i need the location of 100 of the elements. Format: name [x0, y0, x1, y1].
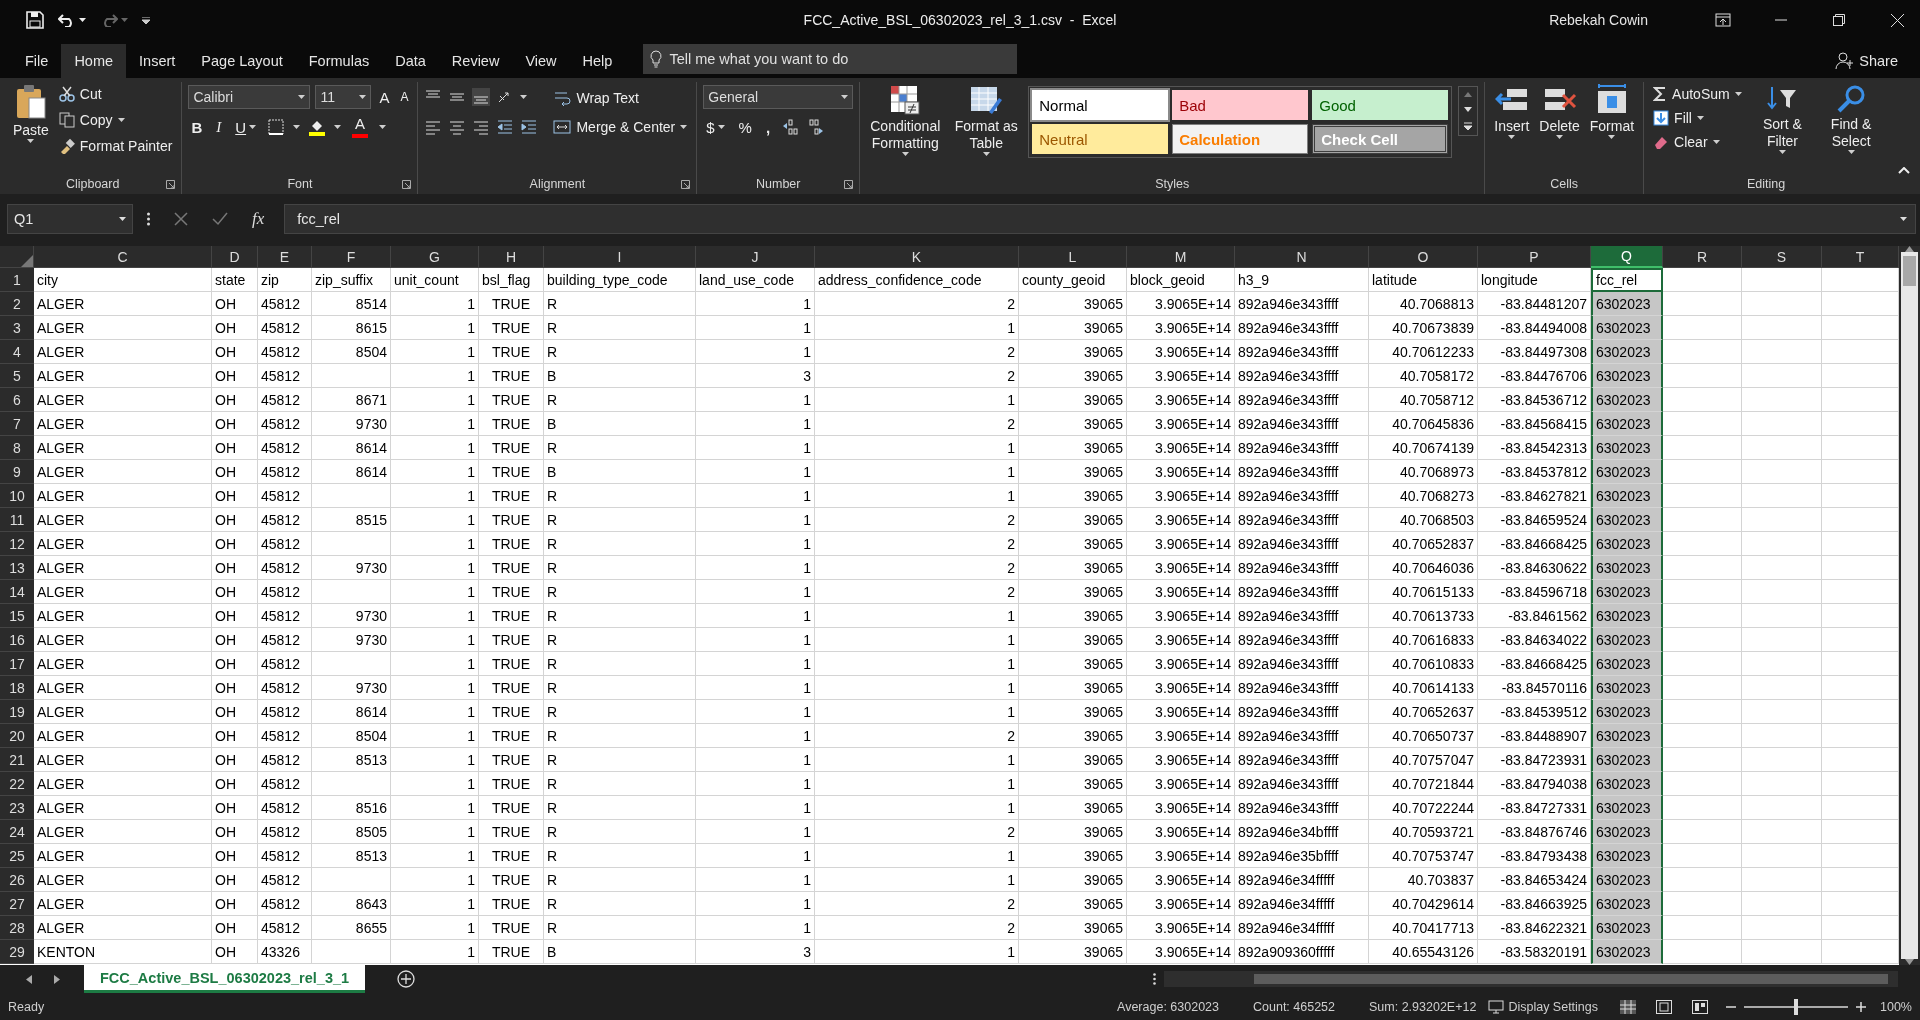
scroll-right-icon[interactable] [54, 974, 60, 984]
ribbon-tab[interactable]: View [512, 44, 570, 78]
format-as-table-button[interactable]: Format as Table [950, 82, 1023, 158]
font-size-dropdown[interactable]: 11 [315, 85, 372, 109]
save-icon[interactable] [26, 11, 44, 29]
name-box[interactable]: Q1 [7, 204, 133, 234]
row-header[interactable]: 5 [0, 364, 34, 388]
row-header[interactable]: 23 [0, 796, 34, 820]
zoom-in-icon[interactable] [1856, 1001, 1866, 1012]
row-header[interactable]: 9 [0, 460, 34, 484]
wrap-text-button[interactable]: Wrap Text [550, 86, 691, 109]
column-header[interactable]: P [1478, 246, 1591, 268]
column-header[interactable]: G [391, 246, 479, 268]
number-format-dropdown[interactable]: General [703, 85, 854, 109]
row-header[interactable]: 4 [0, 340, 34, 364]
dialog-launcher-icon[interactable] [681, 179, 691, 189]
splitter-icon[interactable] [1153, 973, 1156, 985]
customize-toolbar-icon[interactable] [142, 16, 150, 24]
row-header[interactable]: 2 [0, 292, 34, 316]
row-header[interactable]: 11 [0, 508, 34, 532]
cell-style-option[interactable]: Bad [1172, 90, 1309, 120]
grow-font-button[interactable]: A [376, 88, 393, 106]
align-right-icon[interactable] [472, 118, 491, 136]
ribbon-tab[interactable]: Page Layout [188, 44, 296, 78]
page-layout-icon[interactable] [1656, 999, 1672, 1014]
copy-button[interactable]: Copy [55, 108, 176, 131]
row-header[interactable]: 24 [0, 820, 34, 844]
column-header[interactable]: C [34, 246, 212, 268]
cell-style-option[interactable]: Good [1312, 90, 1449, 120]
column-header[interactable]: J [696, 246, 815, 268]
format-painter-button[interactable]: Format Painter [55, 134, 176, 157]
dialog-launcher-icon[interactable] [166, 179, 176, 189]
font-family-dropdown[interactable]: Calibri [188, 85, 311, 109]
comma-button[interactable]: , [762, 118, 774, 136]
align-left-icon[interactable] [424, 118, 443, 136]
find-select-button[interactable]: Find & Select [1820, 82, 1882, 156]
row-header[interactable]: 7 [0, 412, 34, 436]
borders-icon[interactable] [267, 118, 286, 136]
scrollbar-thumb[interactable] [1254, 974, 1888, 984]
merge-center-button[interactable]: Merge & Center [550, 115, 691, 138]
row-header[interactable]: 20 [0, 724, 34, 748]
column-header[interactable]: N [1235, 246, 1369, 268]
formula-field[interactable]: fcc_rel [284, 204, 1916, 234]
row-header[interactable]: 6 [0, 388, 34, 412]
increase-decimal-icon[interactable] [781, 118, 800, 136]
zoom-level[interactable]: 100% [1880, 999, 1912, 1014]
scroll-left-icon[interactable] [26, 974, 32, 984]
column-header[interactable]: E [258, 246, 312, 268]
fill-bucket-icon[interactable] [308, 118, 327, 136]
dialog-launcher-icon[interactable] [402, 179, 412, 189]
paste-button[interactable]: Paste [10, 82, 52, 145]
row-header[interactable]: 28 [0, 916, 34, 940]
sheet-tab[interactable]: FCC_Active_BSL_06302023_rel_3_1 [84, 965, 366, 993]
sort-filter-button[interactable]: Sort & Filter [1754, 82, 1811, 156]
ribbon-tab[interactable]: Review [438, 44, 513, 78]
row-header[interactable]: 18 [0, 676, 34, 700]
column-header[interactable]: I [544, 246, 696, 268]
decrease-indent-icon[interactable] [496, 118, 515, 136]
fill-button[interactable]: Fill [1650, 106, 1745, 129]
gallery-scroll[interactable] [1458, 86, 1479, 136]
bold-button[interactable]: B [188, 118, 206, 136]
autosum-button[interactable]: AutoSum [1650, 82, 1745, 105]
increase-indent-icon[interactable] [520, 118, 539, 136]
row-header[interactable]: 27 [0, 892, 34, 916]
column-header[interactable]: F [312, 246, 391, 268]
column-header[interactable]: H [479, 246, 544, 268]
collapse-ribbon-icon[interactable] [1898, 167, 1910, 174]
column-header[interactable]: L [1019, 246, 1127, 268]
row-header[interactable]: 8 [0, 436, 34, 460]
scrollbar-thumb[interactable] [1903, 256, 1916, 286]
row-header[interactable]: 22 [0, 772, 34, 796]
column-header[interactable]: S [1742, 246, 1822, 268]
underline-button[interactable]: U [232, 118, 260, 136]
shrink-font-button[interactable]: A [397, 90, 412, 104]
tell-me-field[interactable]: Tell me what you want to do [643, 44, 1018, 74]
page-break-icon[interactable] [1692, 999, 1708, 1014]
vertical-scrollbar[interactable] [1899, 246, 1920, 965]
row-header[interactable]: 15 [0, 604, 34, 628]
percent-button[interactable]: % [735, 118, 755, 136]
horizontal-scrollbar[interactable] [1164, 971, 1898, 987]
column-header[interactable]: T [1822, 246, 1899, 268]
format-button[interactable]: Format [1586, 82, 1638, 141]
ribbon-tab[interactable]: Help [569, 44, 626, 78]
cancel-icon[interactable] [174, 212, 188, 226]
italic-button[interactable]: I [213, 118, 225, 136]
add-sheet-icon[interactable] [397, 970, 416, 988]
column-header[interactable]: Q [1591, 246, 1663, 268]
ribbon-tab[interactable]: Home [61, 44, 127, 78]
currency-button[interactable]: $ [703, 118, 728, 136]
row-header[interactable]: 14 [0, 580, 34, 604]
row-header[interactable]: 21 [0, 748, 34, 772]
column-header[interactable]: K [815, 246, 1019, 268]
cell-style-option[interactable]: Normal [1032, 90, 1169, 120]
row-header[interactable]: 13 [0, 556, 34, 580]
ribbon-tab[interactable]: Data [382, 44, 439, 78]
row-header[interactable]: 3 [0, 316, 34, 340]
cell-style-option[interactable]: Neutral [1032, 124, 1169, 154]
column-header[interactable]: M [1127, 246, 1235, 268]
ribbon-tab[interactable]: Formulas [295, 44, 383, 78]
normal-view-icon[interactable] [1620, 999, 1636, 1014]
